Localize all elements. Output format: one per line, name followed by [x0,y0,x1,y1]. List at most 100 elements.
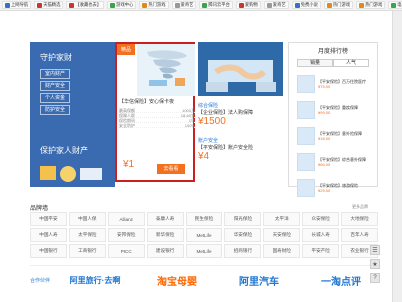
brand-logo[interactable]: 华安保险 [224,228,262,242]
feature-price: ¥1 [123,159,135,170]
bookmark-label: 上网导航 [11,2,29,7]
brand-logo[interactable]: PICC [107,244,145,258]
partner-yitao[interactable]: 一淘点评 [304,273,378,288]
brand-logo[interactable]: 中国平安 [30,212,67,226]
card2-title: 【平安保险】账户安全险 [198,145,254,151]
bookmark-item[interactable]: 上网导航 [2,1,32,9]
brand-logo[interactable]: 工商银行 [68,244,106,258]
feature-badge: 精品 [117,44,136,55]
bookmark-item[interactable]: 爱奇艺 [263,1,289,9]
business-insurance-card[interactable]: 综合保险 【企业保险】法人购保障 ¥1500 [198,42,283,132]
bookmark-icon [202,2,208,8]
bookmark-item[interactable]: 电子游戏 [388,1,402,9]
bookmark-item[interactable]: 游戏中心 [107,1,137,9]
money-illustration [40,166,102,182]
bookmark-item[interactable]: 【收藏也去】 [66,1,105,9]
brand-logo[interactable]: 招商银行 [224,244,262,258]
help-icon[interactable]: ? [370,273,380,283]
rank-item-price: ¥75.00 [318,84,331,89]
bookmark-item[interactable]: 天猫精选 [34,1,64,9]
brand-logo[interactable]: 新华保险 [146,228,184,242]
buy-button[interactable]: 去看看 [157,164,185,174]
rank-item-price: ¥66.00 [318,162,331,167]
monthly-ranking: 月度排行榜 销量 人气 【平安保险】百万住院医疗 ¥75.00 【平安保险】重疾保障… [288,42,378,197]
rank-item[interactable]: 【平安保险】意外险保障 ¥18.00 [289,123,377,149]
brand-logo[interactable]: MetLife [185,244,223,258]
card1-tag: 综合保险 [198,103,219,109]
brand-logo[interactable]: 中国人保 [68,212,106,226]
bookmark-icon [326,2,332,8]
rank-tabs: 销量 人气 [297,59,369,67]
rank-item[interactable]: 【平安保险】百万住院医疗 ¥75.00 [289,71,377,97]
rank-text: 【平安保险】意外险保障 ¥18.00 [318,131,369,141]
rank-item-price: ¥29.00 [318,188,331,193]
feature-row: 安全防护 100% [119,123,195,128]
feature-row-value: 1000万 [182,108,195,113]
brand-logo[interactable]: 泰康人寿 [146,212,184,226]
account-security-card[interactable]: 账户安全 【平安保险】账户安全险 ¥4 [198,137,283,182]
bookmark-item[interactable]: 热门游戏 [139,1,169,9]
featured-product-card[interactable]: 精品 【华信保险】安心保卡夜 最高保额 1000万 保障人群 18-60岁 保险期间 1年… [115,42,195,182]
brand-logo[interactable]: 太平保险 [68,228,106,242]
brand-logo[interactable]: 众安保险 [302,212,340,226]
tab-popular[interactable]: 人气 [333,59,369,67]
rank-thumb [297,101,315,119]
partner-ali-travel[interactable]: 阿里旅行·去啊 [58,275,132,286]
brand-logo[interactable]: 民生保险 [185,212,223,226]
bookmark-icon [69,2,75,8]
bookmark-item[interactable]: 热门游戏 [323,1,354,9]
feature-row-key: 安全防护 [119,123,135,128]
brand-logo[interactable]: 国寿财险 [263,244,301,258]
bookmark-label: 爱奇艺 [180,2,194,7]
bookmark-icon [5,2,10,8]
feature-row-value: 1年 [188,118,195,123]
guard-menu-item[interactable]: 室内财产 [40,69,70,79]
bookmark-item[interactable]: 爱购物 [235,1,261,9]
rank-item-price: ¥99.00 [318,110,331,115]
star-icon[interactable]: ★ [370,259,380,269]
brand-logo[interactable]: 平安产险 [302,244,340,258]
rank-item[interactable]: 【平安保险】重疾保障 ¥99.00 [289,97,377,123]
guard-title: 守护家财 [40,53,72,62]
bookmark-label: 热门游戏 [365,2,383,7]
brand-logo[interactable]: 太平洋 [263,212,301,226]
brand-logo[interactable]: Allianz [107,212,145,226]
menu-icon[interactable]: ☰ [370,245,380,255]
brand-logo[interactable]: 百年人寿 [341,228,378,242]
feature-row-key: 最高保额 [119,108,135,113]
bookmark-icon [110,2,116,8]
bookmark-label: 热门游戏 [332,2,351,7]
page-scrollbar[interactable] [392,11,402,302]
tab-sales[interactable]: 销量 [297,59,333,67]
partner-taobao-baby[interactable]: 淘宝母婴 [140,273,214,288]
bookmark-label: 腾讯云平台 [208,2,230,7]
brand-logo[interactable]: 中国人寿 [30,228,67,242]
brand-logo[interactable]: 中国银行 [30,244,67,258]
guard-menu-item[interactable]: 财产安全 [40,81,70,91]
partner-ali-auto[interactable]: 阿里汽车 [222,273,296,288]
feature-row-key: 保障人群 [119,113,135,118]
brand-logo[interactable]: 安邦保险 [107,228,145,242]
rank-item[interactable]: 【平安保险】旅游保险 ¥29.00 [289,175,377,201]
rank-title: 月度排行榜 [317,49,348,55]
brand-logo[interactable]: 长城人寿 [302,228,340,242]
bookmark-item[interactable]: 免费小说 [291,1,321,9]
feature-row-key: 保险期间 [119,118,135,123]
bookmark-label: 爱购物 [244,2,258,7]
bookmark-icon [391,2,397,8]
brands-more-link[interactable]: 更多品牌 [352,204,368,210]
guard-menu-item[interactable]: 个人资金 [40,93,70,103]
feature-row-value: 100% [184,123,195,128]
brand-logo[interactable]: 大地保险 [341,212,378,226]
guard-menu: 室内财产财产安全个人资金防护安全 [40,69,115,115]
brand-logo[interactable]: 建设银行 [146,244,184,258]
bookmark-item[interactable]: 热门游戏 [356,1,386,9]
feature-heading: 【华信保险】安心保卡夜 [119,99,175,105]
guard-menu-item[interactable]: 防护安全 [40,105,70,115]
bookmark-item[interactable]: 腾讯云平台 [199,1,233,9]
brand-logo[interactable]: 阳光保险 [224,212,262,226]
brand-logo[interactable]: 天安保险 [263,228,301,242]
rank-item[interactable]: 【平安保险】综合意外保障 ¥66.00 [289,149,377,175]
bookmark-item[interactable]: 爱奇艺 [171,1,197,9]
brand-logo[interactable]: MetLife [185,228,223,242]
